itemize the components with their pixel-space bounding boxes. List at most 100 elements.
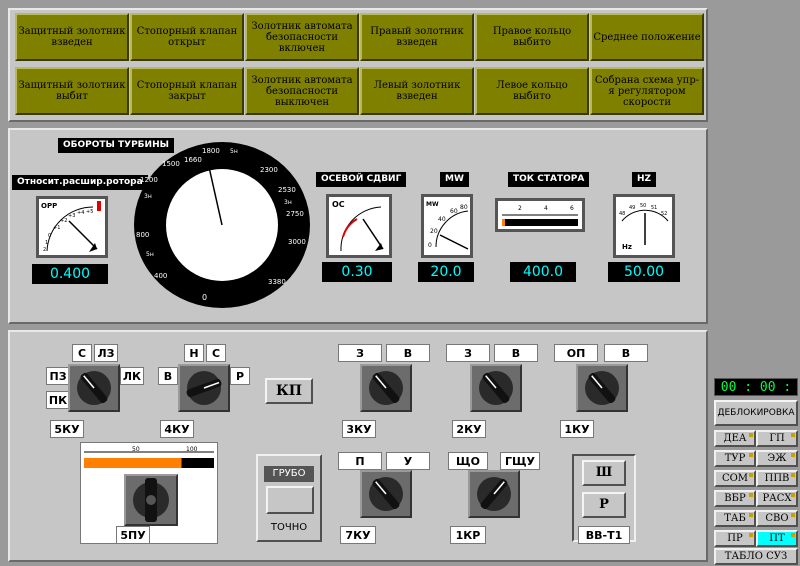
- sw1kr-switch[interactable]: [468, 470, 520, 518]
- sw4ku-pos-label: В: [158, 367, 178, 385]
- mw-scale-label: MW: [426, 201, 439, 208]
- turbine-tick: 1800: [202, 147, 220, 155]
- sw4ku-pos-label: С: [206, 344, 226, 362]
- side-button-label: ГП: [769, 433, 785, 444]
- hz-tick: 49: [629, 205, 635, 211]
- side-button-tur[interactable]: ТУР: [714, 450, 756, 467]
- signal-tile: Собрана схема упр-я регулятором скорости: [590, 67, 704, 115]
- pu-name: 5ПУ: [116, 526, 150, 544]
- sw1ku-name: 1КУ: [560, 420, 594, 438]
- mode-fine-label: ТОЧНО: [262, 520, 316, 536]
- vvt1-r-button[interactable]: Р: [582, 492, 626, 518]
- side-button-rash[interactable]: РАСХ: [756, 490, 798, 507]
- axial-meter: ОС: [326, 194, 392, 258]
- sw5ku-pos-label: ПЗ: [46, 367, 70, 385]
- mw-readout: 20.0: [418, 262, 474, 282]
- pu-scale-tick: 50: [132, 446, 140, 453]
- turbine-tick: 1200: [140, 176, 158, 184]
- sw2ku-pos-label: З: [446, 344, 490, 362]
- hz-tick: 52: [661, 211, 667, 217]
- turbine-tick: 800: [136, 231, 149, 239]
- mode-coarse-label: ГРУБО: [264, 466, 314, 482]
- timer-display: 00 : 00 : 05: [714, 378, 798, 413]
- turbine-tick: 0: [202, 293, 207, 302]
- rotary-knob-icon: [77, 371, 111, 405]
- rotary-knob-icon: [479, 371, 513, 405]
- sw3ku-switch[interactable]: [360, 364, 412, 412]
- sw2ku-name: 2КУ: [452, 420, 486, 438]
- turbine-tick: 5н: [146, 251, 154, 258]
- hz-tick: 51: [651, 205, 657, 211]
- sw5ku-name: 5КУ: [50, 420, 84, 438]
- sw2ku-switch[interactable]: [470, 364, 522, 412]
- side-button-label: ТУР: [724, 453, 746, 464]
- lever-knob-icon: [133, 478, 169, 522]
- axial-caption: ОСЕВОЙ СДВИГ: [316, 172, 407, 187]
- sw5ku-pos-label: ЛЗ: [94, 344, 118, 362]
- side-button-gp[interactable]: ГП: [756, 430, 798, 447]
- rotor-meter: ОРР +5 +4 +3 +2 +1 0 1 2: [36, 196, 108, 258]
- side-button-ezh[interactable]: ЭЖ: [756, 450, 798, 467]
- mode-toggle-button[interactable]: [266, 486, 314, 514]
- turbine-tick: 2750: [286, 210, 304, 218]
- side-button-label: СВО: [765, 513, 789, 524]
- tablo-suz-button[interactable]: ТАБЛО СУЗ: [714, 548, 798, 565]
- side-button-label: ПР: [727, 533, 743, 544]
- pu-level-bar: [84, 458, 182, 468]
- rotor-tick: +5: [86, 209, 93, 215]
- side-button-label: РАСХ: [762, 493, 792, 504]
- vvt1-sh-button[interactable]: Ш: [582, 460, 626, 486]
- rotor-tick: 1: [45, 240, 48, 246]
- side-button-pt[interactable]: ПТ: [756, 530, 798, 547]
- sw7ku-name: 7КУ: [340, 526, 376, 544]
- side-button-label: ТАБ: [724, 513, 746, 524]
- side-button-svo[interactable]: СВО: [756, 510, 798, 527]
- rotor-tick: 2: [43, 247, 46, 253]
- axial-readout: 0.30: [322, 262, 392, 282]
- sw5ku-switch[interactable]: [68, 364, 120, 412]
- side-button-tab[interactable]: ТАБ: [714, 510, 756, 527]
- deblock-button[interactable]: ДЕБЛОКИРОВКА: [714, 400, 798, 426]
- turbine-tick: 5н: [230, 148, 238, 155]
- sw1kr-name: 1КР: [450, 526, 486, 544]
- turbine-tick: 400: [154, 272, 167, 280]
- side-button-ppv[interactable]: ППВ: [756, 470, 798, 487]
- sw4ku-pos-label: Н: [184, 344, 204, 362]
- stator-readout: 400.0: [510, 262, 576, 282]
- pu-switch[interactable]: [124, 474, 178, 526]
- sw4ku-name: 4КУ: [160, 420, 194, 438]
- sw4ku-pos-label: Р: [230, 367, 250, 385]
- sw7ku-pos-label: У: [386, 452, 430, 470]
- side-button-vbr[interactable]: ВБР: [714, 490, 756, 507]
- sw4ku-switch[interactable]: [178, 364, 230, 412]
- sw1kr-pos-label: ГЩУ: [500, 452, 540, 470]
- mw-caption: MW: [440, 172, 469, 187]
- pu-scale-tick: 100: [186, 446, 198, 453]
- rotary-knob-icon: [369, 477, 403, 511]
- sw7ku-switch[interactable]: [360, 470, 412, 518]
- signal-tile: Левый золотник взведен: [360, 67, 474, 115]
- kp-button[interactable]: КП: [265, 378, 313, 404]
- turbine-tick: 3н: [144, 193, 152, 200]
- signal-tile: Стопорный клапан открыт: [130, 13, 244, 61]
- side-button-dea[interactable]: ДЕА: [714, 430, 756, 447]
- turbine-tick: 3н: [284, 199, 292, 206]
- rotor-tick: +1: [53, 225, 60, 231]
- sw3ku-pos-label: З: [338, 344, 382, 362]
- hz-dial: 48 49 50 51 52 Hz: [619, 203, 669, 251]
- side-button-pr[interactable]: ПР: [714, 530, 756, 547]
- rotor-dial: ОРР +5 +4 +3 +2 +1 0 1 2: [41, 201, 101, 253]
- mw-tick: 0: [428, 242, 432, 249]
- signal-tile: Среднее положение: [590, 13, 704, 61]
- hz-meter: 48 49 50 51 52 Hz: [613, 194, 675, 258]
- side-button-som[interactable]: СОМ: [714, 470, 756, 487]
- rotary-knob-icon: [585, 371, 619, 405]
- rotary-knob-icon: [477, 477, 511, 511]
- rotor-tick: +3: [68, 213, 75, 219]
- side-button-label: ДЕА: [723, 433, 747, 444]
- sw1ku-switch[interactable]: [576, 364, 628, 412]
- sw1ku-pos-label: В: [604, 344, 648, 362]
- signal-tile: Стопорный клапан закрыт: [130, 67, 244, 115]
- vvt1-name: ВВ-Т1: [578, 526, 630, 544]
- signal-panel: Защитный золотник взведен Стопорный клап…: [8, 8, 708, 122]
